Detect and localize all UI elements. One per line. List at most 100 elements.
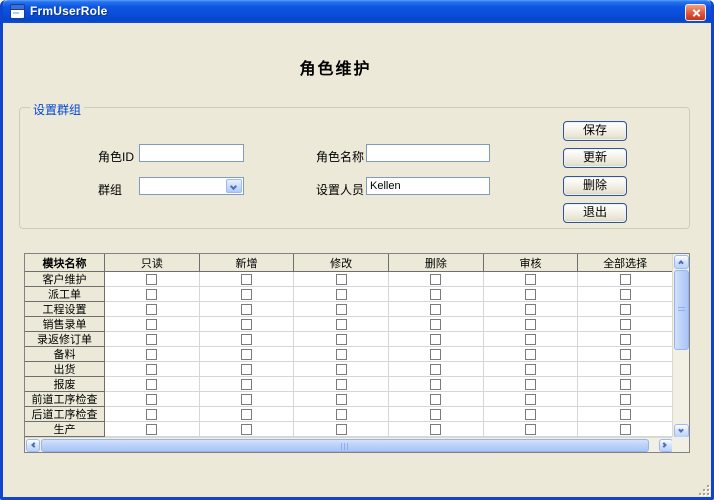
permission-checkbox[interactable]	[241, 379, 252, 390]
group-label: 群组	[98, 181, 122, 198]
exit-button[interactable]: 退出	[563, 203, 627, 223]
permission-checkbox[interactable]	[620, 274, 631, 285]
permission-checkbox[interactable]	[620, 319, 631, 330]
permission-checkbox[interactable]	[336, 304, 347, 315]
permission-checkbox[interactable]	[146, 319, 157, 330]
permission-checkbox[interactable]	[146, 379, 157, 390]
permission-checkbox[interactable]	[241, 424, 252, 435]
permission-checkbox[interactable]	[336, 319, 347, 330]
permission-checkbox[interactable]	[620, 364, 631, 375]
scroll-left-button[interactable]	[26, 439, 40, 452]
permission-checkbox[interactable]	[430, 424, 441, 435]
permission-cell	[389, 287, 484, 302]
permission-checkbox[interactable]	[336, 334, 347, 345]
permission-checkbox[interactable]	[430, 304, 441, 315]
scroll-right-button[interactable]	[659, 439, 673, 452]
permission-checkbox[interactable]	[146, 424, 157, 435]
grid-header-row: 模块名称只读新增修改删除审核全部选择	[25, 254, 673, 272]
vertical-scrollbar[interactable]	[672, 254, 689, 439]
title-bar[interactable]: FrmUserRole	[3, 0, 711, 23]
permission-checkbox[interactable]	[146, 409, 157, 420]
permission-checkbox[interactable]	[336, 289, 347, 300]
permission-checkbox[interactable]	[336, 364, 347, 375]
close-button[interactable]	[685, 4, 706, 21]
permission-checkbox[interactable]	[146, 349, 157, 360]
horizontal-scroll-thumb[interactable]	[41, 439, 649, 452]
permission-checkbox[interactable]	[241, 274, 252, 285]
permission-checkbox[interactable]	[620, 394, 631, 405]
vertical-scroll-thumb[interactable]	[674, 270, 689, 350]
permission-cell	[105, 287, 200, 302]
permission-checkbox[interactable]	[430, 394, 441, 405]
permission-checkbox[interactable]	[336, 274, 347, 285]
update-button[interactable]: 更新	[563, 148, 627, 168]
permission-checkbox[interactable]	[525, 409, 536, 420]
resize-grip[interactable]	[697, 483, 709, 495]
column-header[interactable]: 模块名称	[25, 254, 105, 272]
permission-checkbox[interactable]	[336, 379, 347, 390]
column-header[interactable]: 只读	[105, 254, 200, 272]
role-id-input[interactable]	[139, 144, 244, 162]
permission-checkbox[interactable]	[620, 334, 631, 345]
permission-checkbox[interactable]	[620, 304, 631, 315]
scroll-down-button[interactable]	[674, 424, 689, 438]
permission-checkbox[interactable]	[525, 379, 536, 390]
permission-checkbox[interactable]	[525, 349, 536, 360]
permission-checkbox[interactable]	[146, 304, 157, 315]
permission-checkbox[interactable]	[430, 334, 441, 345]
column-header[interactable]: 审核	[484, 254, 579, 272]
permission-checkbox[interactable]	[241, 334, 252, 345]
permission-checkbox[interactable]	[336, 409, 347, 420]
permission-checkbox[interactable]	[525, 424, 536, 435]
permission-checkbox[interactable]	[146, 334, 157, 345]
permission-checkbox[interactable]	[430, 409, 441, 420]
permission-checkbox[interactable]	[620, 409, 631, 420]
permission-checkbox[interactable]	[241, 319, 252, 330]
permission-checkbox[interactable]	[430, 349, 441, 360]
module-name-cell: 备料	[25, 347, 105, 362]
permission-checkbox[interactable]	[620, 289, 631, 300]
column-header[interactable]: 新增	[200, 254, 295, 272]
permission-checkbox[interactable]	[336, 424, 347, 435]
permission-checkbox[interactable]	[430, 274, 441, 285]
permission-checkbox[interactable]	[241, 304, 252, 315]
permission-checkbox[interactable]	[146, 364, 157, 375]
permission-checkbox[interactable]	[620, 379, 631, 390]
permission-checkbox[interactable]	[241, 364, 252, 375]
permission-checkbox[interactable]	[336, 349, 347, 360]
scroll-up-button[interactable]	[674, 255, 689, 269]
permission-checkbox[interactable]	[525, 364, 536, 375]
permission-checkbox[interactable]	[525, 289, 536, 300]
permission-checkbox[interactable]	[620, 349, 631, 360]
permission-checkbox[interactable]	[620, 424, 631, 435]
permission-checkbox[interactable]	[525, 319, 536, 330]
permission-checkbox[interactable]	[430, 379, 441, 390]
column-header[interactable]: 全部选择	[578, 254, 673, 272]
permission-checkbox[interactable]	[430, 319, 441, 330]
save-button[interactable]: 保存	[563, 121, 627, 141]
setter-input[interactable]	[366, 177, 490, 195]
group-dropdown[interactable]	[139, 177, 244, 195]
role-name-input[interactable]	[366, 144, 490, 162]
permission-cell	[578, 272, 673, 287]
horizontal-scrollbar[interactable]	[25, 437, 674, 452]
permission-checkbox[interactable]	[241, 394, 252, 405]
column-header[interactable]: 修改	[294, 254, 389, 272]
dropdown-arrow-button[interactable]	[226, 179, 242, 193]
permission-checkbox[interactable]	[525, 394, 536, 405]
permission-checkbox[interactable]	[525, 334, 536, 345]
permission-checkbox[interactable]	[146, 394, 157, 405]
permission-checkbox[interactable]	[241, 409, 252, 420]
permission-checkbox[interactable]	[430, 289, 441, 300]
permission-checkbox[interactable]	[146, 274, 157, 285]
permission-checkbox[interactable]	[241, 289, 252, 300]
permission-checkbox[interactable]	[525, 304, 536, 315]
permission-checkbox[interactable]	[241, 349, 252, 360]
permission-checkbox[interactable]	[430, 364, 441, 375]
permission-checkbox[interactable]	[146, 289, 157, 300]
table-row: 派工单	[25, 287, 673, 302]
column-header[interactable]: 删除	[389, 254, 484, 272]
delete-button[interactable]: 删除	[563, 176, 627, 196]
permission-checkbox[interactable]	[336, 394, 347, 405]
permission-checkbox[interactable]	[525, 274, 536, 285]
